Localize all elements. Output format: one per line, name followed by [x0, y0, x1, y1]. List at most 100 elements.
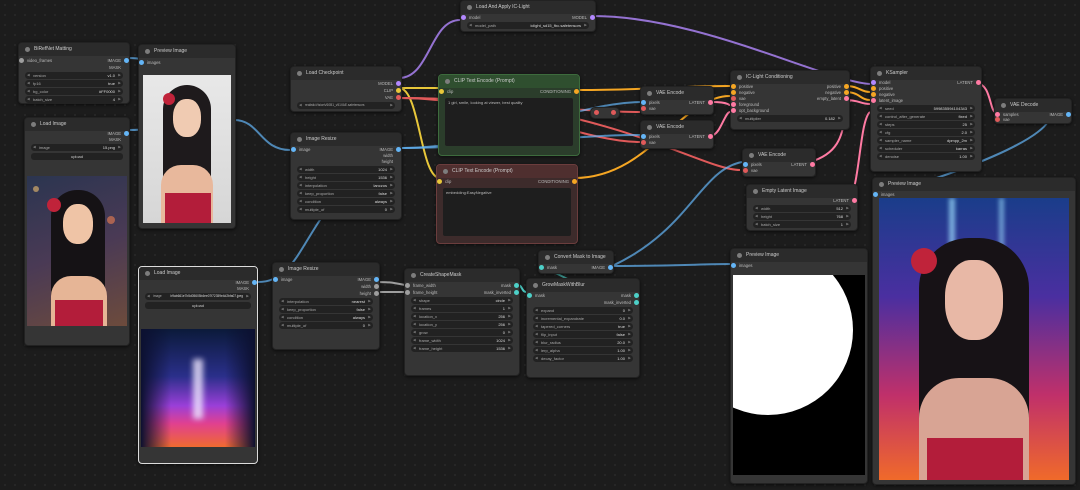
node-header[interactable]: KSampler [871, 67, 981, 80]
node-header[interactable]: Convert Mask to Image [539, 251, 613, 264]
collapse-dot-icon[interactable] [753, 189, 758, 194]
widget-frame-width[interactable]: frame_width1024 [411, 337, 513, 344]
load-image-node[interactable]: Load Image IMAGE MASK image15.png upload [24, 117, 130, 346]
input-pin[interactable] [405, 283, 410, 288]
widget-width[interactable]: width1024 [297, 166, 395, 173]
widget-steps[interactable]: steps25 [877, 121, 975, 128]
widget-lerp-alpha[interactable]: lerp_alpha1.00 [533, 347, 633, 354]
input-pin[interactable] [139, 60, 144, 65]
node-header[interactable]: CreateShapeMask [405, 269, 519, 282]
input-pin[interactable] [731, 90, 736, 95]
collapse-dot-icon[interactable] [445, 79, 450, 84]
vae-decode-node[interactable]: VAE Decode samples IMAGE vae [994, 98, 1072, 124]
collapse-dot-icon[interactable] [737, 253, 742, 258]
widget-fp16[interactable]: fp16true [25, 80, 123, 87]
reroute-node[interactable] [590, 107, 620, 119]
widget-height[interactable]: height1536 [297, 174, 395, 181]
output-pin[interactable] [124, 58, 129, 63]
input-pin[interactable] [273, 277, 278, 282]
image-resize-node-2[interactable]: Image Resize imageIMAGE width height int… [272, 262, 380, 350]
widget-condition[interactable]: conditionalways [297, 198, 395, 205]
collapse-dot-icon[interactable] [467, 5, 472, 10]
widget-version[interactable]: versionv1.0 [25, 72, 123, 79]
widget-keep-proportion[interactable]: keep_proportionfalse [279, 306, 373, 313]
upload-button[interactable]: upload [145, 302, 251, 309]
widget-blur-radius[interactable]: blur_radius20.0 [533, 339, 633, 346]
widget-keep-proportion[interactable]: keep_proportionfalse [297, 190, 395, 197]
input-pin[interactable] [995, 117, 1000, 122]
input-pin[interactable] [641, 106, 646, 111]
widget-location-x[interactable]: location_x256 [411, 313, 513, 320]
node-header[interactable]: Load Image [139, 267, 257, 280]
widget-frames[interactable]: frames1 [411, 305, 513, 312]
create-shape-mask-node[interactable]: CreateShapeMask frame_width mask frame_he… [404, 268, 520, 376]
widget-model-path[interactable]: model_pathiclight_sd15_fbc.safetensors [467, 22, 589, 29]
output-pin[interactable] [708, 134, 713, 139]
output-pin[interactable] [708, 100, 713, 105]
input-pin[interactable] [439, 89, 444, 94]
widget-frame-height[interactable]: frame_height1536 [411, 345, 513, 352]
node-header[interactable]: Image Resize [291, 133, 401, 146]
widget-condition[interactable]: conditionalways [279, 314, 373, 321]
output-pin[interactable] [514, 283, 519, 288]
collapse-dot-icon[interactable] [25, 47, 30, 52]
collapse-dot-icon[interactable] [297, 137, 302, 142]
clip-text-encode-negative-node[interactable]: CLIP Text Encode (Prompt) clip CONDITIONI… [436, 164, 578, 244]
node-header[interactable]: VAE Decode [995, 99, 1071, 112]
input-pin[interactable] [437, 179, 442, 184]
output-pin[interactable] [374, 284, 379, 289]
node-header[interactable]: CLIP Text Encode (Prompt) [437, 165, 577, 178]
input-pin[interactable] [873, 192, 878, 197]
collapse-dot-icon[interactable] [533, 283, 538, 288]
output-pin[interactable] [514, 290, 519, 295]
output-pin[interactable] [844, 84, 849, 89]
output-pin[interactable] [634, 293, 639, 298]
image-resize-node[interactable]: Image Resize imageIMAGE width height wid… [290, 132, 402, 220]
output-pin[interactable] [572, 179, 577, 184]
reroute-pin[interactable] [611, 110, 616, 115]
node-header[interactable]: GrowMaskWithBlur [527, 279, 639, 292]
reroute-pin[interactable] [594, 110, 599, 115]
node-header[interactable]: Load And Apply IC-Light [461, 1, 595, 14]
input-pin[interactable] [871, 86, 876, 91]
node-header[interactable]: Image Resize [273, 263, 379, 276]
input-pin[interactable] [731, 108, 736, 113]
output-pin[interactable] [374, 277, 379, 282]
output-pin[interactable] [852, 198, 857, 203]
node-header[interactable]: Load Checkpoint [291, 67, 401, 80]
collapse-dot-icon[interactable] [877, 71, 882, 76]
collapse-dot-icon[interactable] [297, 71, 302, 76]
widget-sampler-name[interactable]: sampler_namedpmpp_2m [877, 137, 975, 144]
input-pin[interactable] [291, 147, 296, 152]
output-pin[interactable] [396, 95, 401, 100]
node-header[interactable]: VAE Encode [641, 87, 713, 100]
widget-batch-size[interactable]: batch_size1 [753, 221, 851, 228]
widget-multiplier[interactable]: multiplier0.182 [737, 115, 843, 122]
output-pin[interactable] [574, 89, 579, 94]
collapse-dot-icon[interactable] [31, 122, 36, 127]
input-pin[interactable] [731, 96, 736, 101]
node-header[interactable]: Preview Image [731, 249, 867, 262]
collapse-dot-icon[interactable] [145, 49, 150, 54]
widget-multiple-of[interactable]: multiple_of0 [279, 322, 373, 329]
output-pin[interactable] [608, 265, 613, 270]
output-pin[interactable] [396, 147, 401, 152]
input-pin[interactable] [405, 290, 410, 295]
output-pin[interactable] [374, 291, 379, 296]
vae-encode-node-2[interactable]: VAE Encode pixels LATENT vae [640, 120, 714, 149]
load-checkpoint-node[interactable]: Load Checkpoint MODEL CLIP VAE realistic… [290, 66, 402, 112]
input-pin[interactable] [527, 293, 532, 298]
preview-image-mask-node[interactable]: Preview Image images [730, 248, 868, 484]
empty-latent-image-node[interactable]: Empty Latent Image LATENT width512 heigh… [746, 184, 858, 231]
collapse-dot-icon[interactable] [145, 271, 150, 276]
input-pin[interactable] [743, 162, 748, 167]
input-pin[interactable] [731, 102, 736, 107]
widget-cfg[interactable]: cfg2.0 [877, 129, 975, 136]
prompt-textarea[interactable]: 1 girl, smile, looking at viewer, best q… [445, 98, 573, 146]
widget-height[interactable]: height768 [753, 213, 851, 220]
output-pin[interactable] [976, 80, 981, 85]
preview-image-result-node[interactable]: Preview Image images [872, 177, 1076, 485]
convert-mask-to-image-node[interactable]: Convert Mask to Image mask IMAGE [538, 250, 614, 274]
grow-mask-with-blur-node[interactable]: GrowMaskWithBlur mask mask mask_inverted … [526, 278, 640, 378]
input-pin[interactable] [461, 15, 466, 20]
